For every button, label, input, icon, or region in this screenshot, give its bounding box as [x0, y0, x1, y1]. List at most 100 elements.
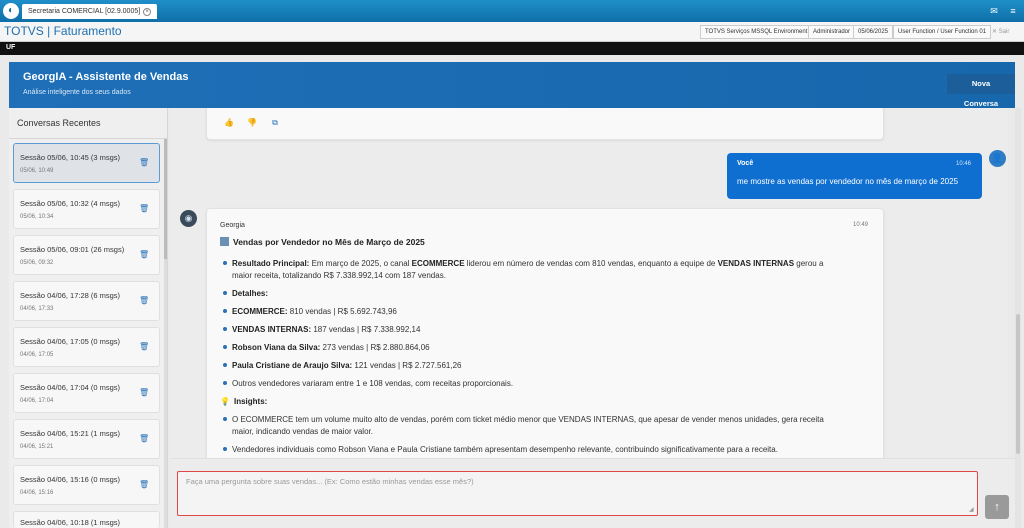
sidebar-title: Conversas Recentes — [17, 118, 101, 128]
user-info: Administrador — [808, 25, 856, 39]
session-item[interactable]: Sessão 05/06, 10:32 (4 msgs) 05/06, 10:3… — [13, 189, 160, 229]
bot-message: Georgia 10:49 Vendas por Vendedor no Mês… — [206, 208, 884, 458]
sidebar-divider — [9, 138, 168, 139]
toolbar: UF — [0, 42, 1024, 55]
session-date: 04/06, 17:05 — [20, 352, 54, 358]
date-info: 05/06/2025 — [853, 25, 894, 39]
user-message-time: 10:46 — [956, 161, 972, 167]
trash-icon[interactable]: 🗑 — [139, 296, 149, 306]
detail-name: Robson Viana da Silva: — [232, 343, 321, 352]
detail-value: 187 vendas | R$ 7.338.992,14 — [311, 325, 421, 334]
app-tab-label: Secretaria COMERCIAL [02.9.0005] — [28, 8, 141, 15]
session-title: Sessão 05/06, 10:45 (3 msgs) — [20, 153, 121, 162]
exit-label: Sair — [998, 29, 1010, 35]
session-item[interactable]: Sessão 04/06, 17:05 (0 msgs) 04/06, 17:0… — [13, 327, 160, 367]
session-item[interactable]: Sessão 04/06, 15:16 (0 msgs) 04/06, 15:1… — [13, 465, 160, 505]
session-date: 05/06, 10:34 — [20, 214, 54, 220]
bot-heading-text: Vendas por Vendedor no Mês de Março de 2… — [233, 237, 425, 247]
insight-2: Vendedores individuais como Robson Viana… — [232, 445, 778, 454]
environment-info: TOTVS Serviços MSSQL Environment — [700, 25, 813, 39]
thumbs-down-icon[interactable]: 👎 — [247, 118, 257, 128]
title-row: TOTVS | Faturamento TOTVS Serviços MSSQL… — [0, 22, 1024, 42]
chat-scrollbar[interactable] — [1015, 108, 1021, 528]
bullet-icon — [223, 363, 227, 367]
session-item[interactable]: Sessão 04/06, 10:18 (1 msgs) — [13, 511, 160, 528]
previous-message-card: 👍 👎 ⧉ — [206, 108, 884, 140]
result-text-3: gerou a — [794, 259, 824, 268]
result-bold-2: VENDAS INTERNAS — [717, 259, 795, 268]
others-text: Outros vendedores variaram entre 1 e 108… — [232, 379, 514, 388]
input-area: Faça uma pergunta sobre suas vendas... (… — [170, 458, 1015, 528]
result-bold-1: ECOMMERCE — [411, 259, 465, 268]
session-title: Sessão 04/06, 15:16 (0 msgs) — [20, 475, 121, 484]
mail-icon[interactable]: ✉ — [988, 6, 1000, 16]
insight-1a: O ECOMMERCE tem um volume muito alto de … — [232, 415, 824, 424]
copy-icon[interactable]: ⧉ — [270, 118, 280, 128]
trash-icon[interactable]: 🗑 — [139, 388, 149, 398]
insight-item-cont: maior, indicando vendas de maior valor. — [232, 427, 373, 436]
tab-close-icon[interactable]: × — [143, 8, 152, 16]
user-message-name: Você — [737, 160, 754, 167]
session-title: Sessão 04/06, 15:21 (1 msgs) — [20, 429, 121, 438]
toolbar-label: UF — [6, 44, 16, 51]
trash-icon[interactable]: 🗑 — [139, 250, 149, 260]
session-title: Sessão 04/06, 17:04 (0 msgs) — [20, 383, 121, 392]
top-app-bar: ◐ Secretaria COMERCIAL [02.9.0005] × ✉ ≡ — [0, 0, 1024, 22]
question-input[interactable]: Faça uma pergunta sobre suas vendas... (… — [177, 471, 978, 516]
result-line: Resultado Principal: Em março de 2025, o… — [223, 259, 823, 268]
insight-item: Vendedores individuais como Robson Viana… — [223, 445, 778, 454]
result-text-2: liderou em número de vendas com 810 vend… — [464, 259, 718, 268]
trash-icon[interactable]: 🗑 — [139, 342, 149, 352]
user-message-text: me mostre as vendas por vendedor no mês … — [737, 177, 959, 186]
arrow-up-icon: ↑ — [994, 501, 1000, 513]
session-item[interactable]: Sessão 04/06, 15:21 (1 msgs) 04/06, 15:2… — [13, 419, 160, 459]
exit-button[interactable]: ✕ Sair — [992, 25, 1009, 39]
bullet-icon — [223, 381, 227, 385]
session-item[interactable]: Sessão 04/06, 17:04 (0 msgs) 04/06, 17:0… — [13, 373, 160, 413]
totvs-logo-icon[interactable]: ◐ — [3, 3, 19, 19]
trash-icon[interactable]: 🗑 — [139, 434, 149, 444]
trash-icon[interactable]: 🗑 — [139, 204, 149, 214]
bullet-icon — [223, 345, 227, 349]
detail-item: Paula Cristiane de Araujo Silva: 121 ven… — [223, 361, 461, 370]
detail-item: ECOMMERCE: 810 vendas | R$ 5.692.743,96 — [223, 307, 397, 316]
insights-label: Insights: — [233, 397, 268, 406]
trash-icon[interactable]: 🗑 — [139, 158, 149, 168]
detail-name: ECOMMERCE: — [232, 307, 288, 316]
assistant-header: GeorgIA - Assistente de Vendas Análise i… — [9, 62, 1015, 108]
bullet-icon — [223, 417, 227, 421]
bar-chart-icon — [220, 237, 229, 246]
bullet-icon — [223, 327, 227, 331]
thumbs-up-icon[interactable]: 👍 — [224, 118, 234, 128]
session-title: Sessão 04/06, 17:28 (6 msgs) — [20, 291, 121, 300]
question-placeholder: Faça uma pergunta sobre suas vendas... (… — [186, 477, 474, 486]
session-date: 04/06, 15:16 — [20, 490, 54, 496]
app-tab[interactable]: Secretaria COMERCIAL [02.9.0005] × — [22, 4, 158, 19]
sidebar-scrollbar[interactable] — [164, 139, 167, 528]
details-line: Detalhes: — [223, 289, 268, 298]
result-label: Resultado Principal: — [232, 259, 310, 268]
result-line-2: maior receita, totalizando R$ 7.338.992,… — [232, 271, 446, 280]
chat-scroll-thumb[interactable] — [1016, 314, 1020, 454]
bullet-icon — [223, 261, 227, 265]
bot-message-name: Georgia — [220, 222, 245, 229]
session-date: 04/06, 15:21 — [20, 444, 54, 450]
session-title: Sessão 05/06, 10:32 (4 msgs) — [20, 199, 121, 208]
session-item[interactable]: Sessão 04/06, 17:28 (6 msgs) 04/06, 17:3… — [13, 281, 160, 321]
detail-name: Paula Cristiane de Araujo Silva: — [232, 361, 353, 370]
trash-icon[interactable]: 🗑 — [139, 480, 149, 490]
sidebar: Conversas Recentes Sessão 05/06, 10:45 (… — [9, 108, 168, 528]
send-button[interactable]: ↑ — [985, 495, 1009, 519]
resize-handle-icon[interactable]: ◢ — [969, 506, 976, 513]
bullet-icon — [223, 447, 227, 451]
user-avatar-icon: 👤 — [989, 150, 1006, 167]
others-line: Outros vendedores variaram entre 1 e 108… — [223, 379, 513, 388]
chat-area: 👍 👎 ⧉ Você 10:46 me mostre as vendas por… — [170, 108, 1008, 458]
new-conversation-button[interactable]: Nova Conversa — [947, 74, 1015, 108]
assistant-title: GeorgIA - Assistente de Vendas — [23, 71, 189, 83]
menu-icon[interactable]: ≡ — [1007, 6, 1019, 16]
session-item[interactable]: Sessão 05/06, 10:45 (3 msgs) 05/06, 10:4… — [13, 143, 160, 183]
sidebar-scroll-thumb[interactable] — [164, 139, 167, 259]
session-item[interactable]: Sessão 05/06, 09:01 (26 msgs) 05/06, 09:… — [13, 235, 160, 275]
session-title: Sessão 05/06, 09:01 (26 msgs) — [20, 245, 125, 254]
